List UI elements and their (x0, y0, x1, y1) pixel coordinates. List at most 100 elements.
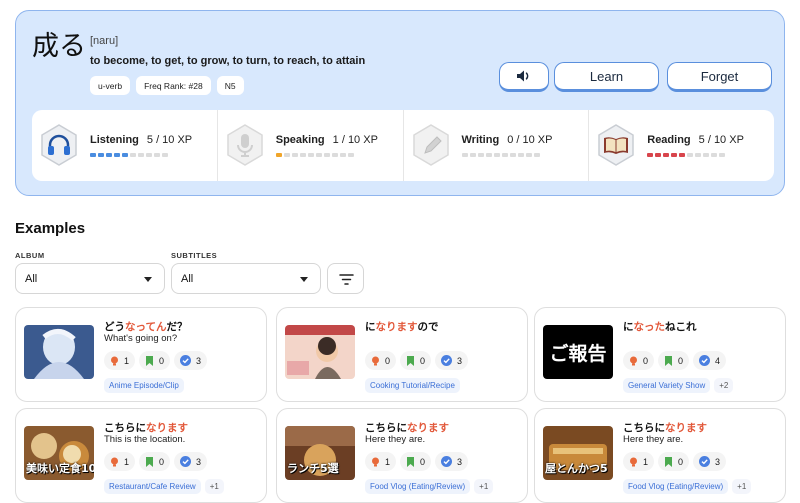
category-chip[interactable]: General Variety Show (623, 378, 711, 393)
lightbulb-icon (630, 457, 637, 466)
bookmark-icon (407, 355, 415, 366)
example-card[interactable]: 美味い定食10 こちらになります This is the location. 1 0 3 R… (15, 408, 267, 503)
video-thumbnail[interactable]: 屋とんかつ5 (543, 426, 613, 480)
stat-pill[interactable]: 3 (693, 452, 727, 471)
progress-segment (525, 153, 532, 157)
example-card[interactable]: ランチ5選 こちらになります Here they are. 1 0 3 Food Vlog … (276, 408, 528, 503)
stat-pill[interactable]: 1 (104, 452, 136, 471)
video-thumbnail[interactable]: 美味い定食10 (24, 426, 94, 480)
example-sentence-jp: こちらになります (623, 420, 707, 435)
progress-segment (469, 153, 476, 157)
progress-segment (339, 153, 346, 157)
video-thumbnail[interactable]: ご報告 (543, 325, 613, 379)
stat-pill[interactable]: 1 (104, 351, 136, 370)
stat-count: 0 (385, 355, 391, 366)
video-thumbnail[interactable] (285, 325, 355, 379)
verified-icon (180, 355, 192, 366)
category-chip[interactable]: Cooking Tutorial/Recipe (365, 378, 460, 393)
example-card[interactable]: になりますので 0 0 3 Cooking Tutorial/Recipe (276, 307, 528, 402)
category-chip[interactable]: Anime Episode/Clip (104, 378, 184, 393)
skill-xp: 0 / 10 XP (507, 134, 553, 146)
sentence-part: こちらに (104, 422, 146, 434)
skill-progress-bar (647, 153, 726, 157)
sentence-part: どう (104, 321, 125, 333)
pen-icon (412, 124, 449, 166)
learn-button[interactable]: Learn (554, 62, 659, 92)
verified-icon (699, 456, 711, 467)
progress-segment (711, 153, 718, 157)
stat-pill[interactable]: 3 (435, 351, 469, 370)
stat-pill[interactable]: 4 (693, 351, 727, 370)
example-translation: What's going on? (104, 333, 178, 344)
stat-count: 3 (196, 456, 202, 467)
word-meaning: to become, to get, to grow, to turn, to … (90, 55, 366, 67)
sentence-part: に (623, 321, 634, 333)
example-stats: 1 0 3 (104, 351, 208, 370)
skill-name: Listening (90, 134, 139, 146)
video-thumbnail[interactable]: ランチ5選 (285, 426, 355, 480)
stat-pill[interactable]: 1 (623, 452, 655, 471)
progress-segment (509, 153, 516, 157)
lightbulb-icon (372, 457, 379, 466)
stat-pill[interactable]: 0 (658, 452, 690, 471)
skill-speaking[interactable]: Speaking 1 / 10 XP (218, 110, 404, 181)
sort-filter-button[interactable] (327, 263, 364, 294)
stat-count: 0 (159, 456, 165, 467)
subtitles-select-value: All (181, 272, 194, 285)
stat-pill[interactable]: 3 (435, 452, 469, 471)
example-sentence-jp: になりますので (365, 319, 439, 334)
stat-pill[interactable]: 0 (400, 452, 432, 471)
play-audio-button[interactable] (499, 62, 549, 92)
stat-pill[interactable]: 0 (139, 452, 171, 471)
album-select-value: All (25, 272, 38, 285)
progress-segment (130, 153, 136, 157)
stat-count: 1 (124, 456, 130, 467)
progress-segment (719, 153, 726, 157)
word-tags: u-verb Freq Rank: #28 N5 (90, 76, 244, 95)
example-card[interactable]: ご報告 になったねこれ 0 0 4 General Variety Show +2 (534, 307, 786, 402)
stat-pill[interactable]: 0 (139, 351, 171, 370)
more-chips[interactable]: +2 (714, 378, 734, 393)
video-thumbnail[interactable] (24, 325, 94, 379)
progress-segment (114, 153, 120, 157)
lightbulb-icon (630, 356, 637, 365)
bookmark-icon (665, 355, 673, 366)
stat-pill[interactable]: 0 (400, 351, 432, 370)
stat-pill[interactable]: 0 (365, 351, 397, 370)
example-card[interactable]: 屋とんかつ5 こちらになります Here they are. 1 0 3 Food Vlog… (534, 408, 786, 503)
skill-progress-bar (461, 153, 540, 157)
sentence-highlight: なります (665, 422, 707, 434)
progress-segment (647, 153, 654, 157)
verified-icon (441, 355, 453, 366)
example-stats: 0 0 3 (365, 351, 469, 370)
skill-xp: 5 / 10 XP (698, 134, 744, 146)
progress-segment (299, 153, 306, 157)
bookmark-icon (665, 456, 673, 467)
word-reading: [naru] (90, 35, 119, 47)
subtitles-select[interactable]: All (171, 263, 321, 294)
sentence-part: ねこれ (665, 321, 697, 333)
stat-pill[interactable]: 1 (365, 452, 397, 471)
stat-pill[interactable]: 0 (658, 351, 690, 370)
progress-segment (122, 153, 128, 157)
example-sentence-jp: こちらになります (104, 420, 188, 435)
skill-reading[interactable]: Reading 5 / 10 XP (589, 110, 774, 181)
stat-pill[interactable]: 3 (174, 452, 208, 471)
stat-pill[interactable]: 0 (623, 351, 655, 370)
forget-button[interactable]: Forget (667, 62, 772, 92)
stat-count: 1 (643, 456, 649, 467)
tag-frequency: Freq Rank: #28 (136, 76, 211, 95)
progress-segment (283, 153, 290, 157)
skills-panel: Listening 5 / 10 XP Speaking 1 / 10 XP Wri… (32, 110, 774, 181)
example-stats: 1 0 3 (365, 452, 469, 471)
skill-listening[interactable]: Listening 5 / 10 XP (32, 110, 218, 181)
thumbnail-text: ご報告 (549, 343, 607, 365)
album-select[interactable]: All (15, 263, 165, 294)
stat-pill[interactable]: 3 (174, 351, 208, 370)
skill-writing[interactable]: Writing 0 / 10 XP (404, 110, 590, 181)
example-card[interactable]: どうなってんだ？ What's going on? 1 0 3 Anime Episode… (15, 307, 267, 402)
progress-segment (493, 153, 500, 157)
stat-count: 3 (457, 456, 463, 467)
progress-segment (663, 153, 670, 157)
skill-progress-bar (275, 153, 354, 157)
